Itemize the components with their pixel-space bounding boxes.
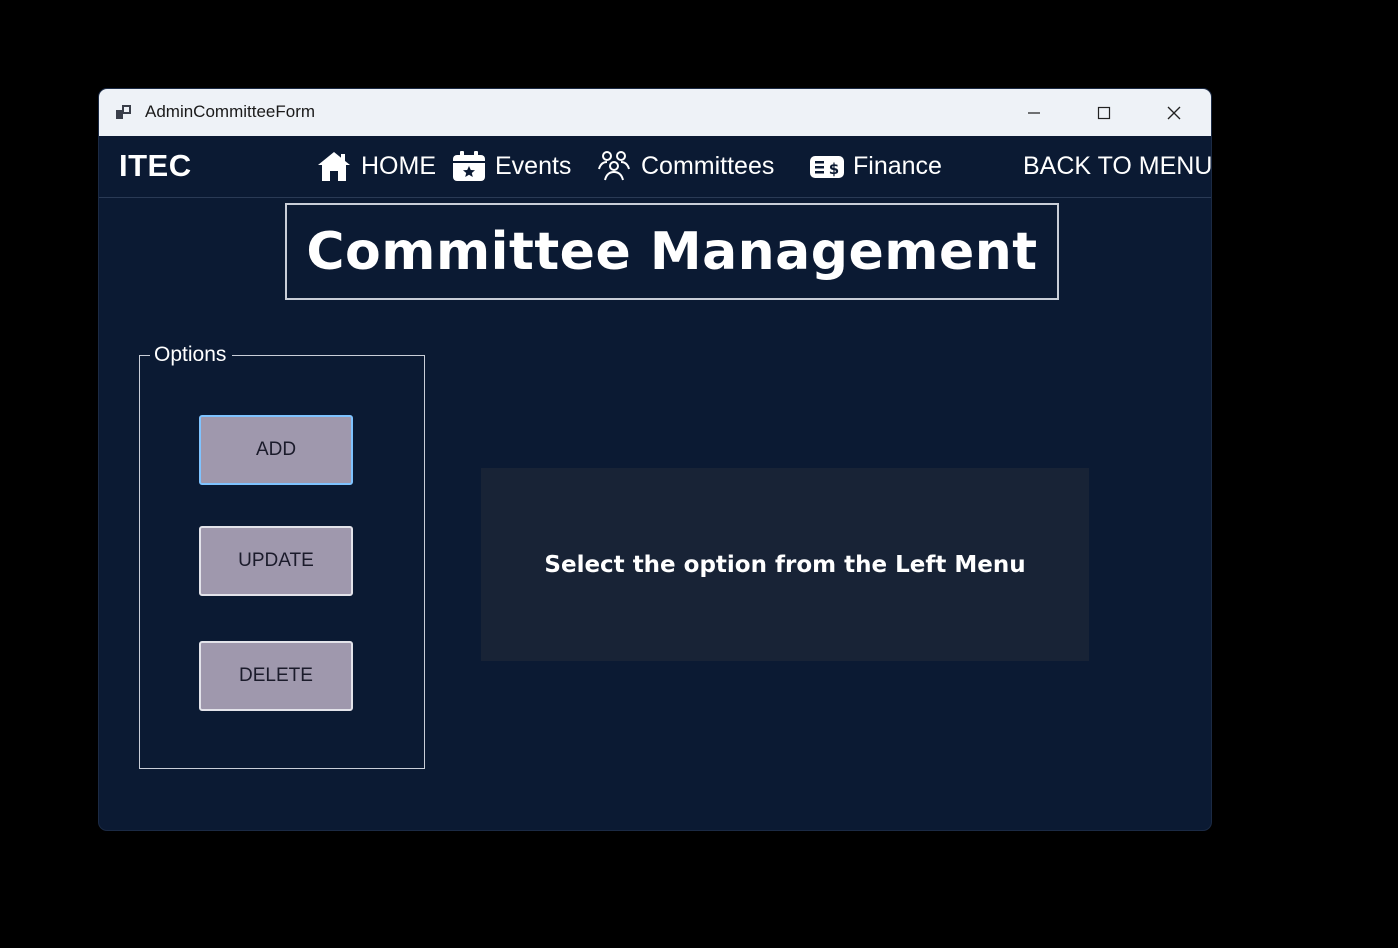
content-panel: Select the option from the Left Menu xyxy=(481,468,1089,661)
close-button[interactable] xyxy=(1139,89,1209,136)
title-bar[interactable]: AdminCommitteeForm xyxy=(99,89,1211,136)
options-legend: Options xyxy=(150,343,233,367)
window-title: AdminCommitteeForm xyxy=(145,102,316,121)
nav-events-label: Events xyxy=(495,151,572,180)
maximize-button[interactable] xyxy=(1069,89,1139,136)
nav-home[interactable]: HOME xyxy=(315,146,436,186)
page-title: Committee Management xyxy=(306,221,1038,282)
nav-finance[interactable]: $ Finance xyxy=(809,146,942,186)
update-button[interactable]: UPDATE xyxy=(199,526,353,596)
nav-home-label: HOME xyxy=(361,151,436,180)
minimize-button[interactable] xyxy=(999,89,1069,136)
finance-icon: $ xyxy=(810,156,844,178)
app-window-icon xyxy=(116,105,131,119)
home-icon xyxy=(318,152,350,181)
top-navbar: ITEC HOME Events Committees $ Finance BA… xyxy=(99,136,1211,198)
content-message: Select the option from the Left Menu xyxy=(544,551,1026,578)
calendar-icon xyxy=(453,151,485,181)
minimize-icon xyxy=(1028,111,1040,114)
svg-text:$: $ xyxy=(829,160,839,178)
back-to-menu-link[interactable]: BACK TO MENU xyxy=(1023,146,1211,186)
options-groupbox: Options ADD UPDATE DELETE xyxy=(139,343,425,769)
maximize-icon xyxy=(1097,106,1111,119)
add-button[interactable]: ADD xyxy=(199,415,353,485)
delete-button[interactable]: DELETE xyxy=(199,641,353,711)
close-icon xyxy=(1167,106,1181,119)
nav-committees-label: Committees xyxy=(641,151,775,180)
back-to-menu-label: BACK TO MENU xyxy=(1023,151,1211,180)
app-window: AdminCommitteeForm ITEC HOME Events Comm… xyxy=(99,89,1211,830)
nav-finance-label: Finance xyxy=(853,151,942,180)
brand-logo-text: ITEC xyxy=(119,148,192,183)
nav-events[interactable]: Events xyxy=(451,146,571,186)
page-title-frame: Committee Management xyxy=(285,203,1059,300)
nav-committees[interactable]: Committees xyxy=(595,146,774,186)
people-icon xyxy=(598,151,630,181)
